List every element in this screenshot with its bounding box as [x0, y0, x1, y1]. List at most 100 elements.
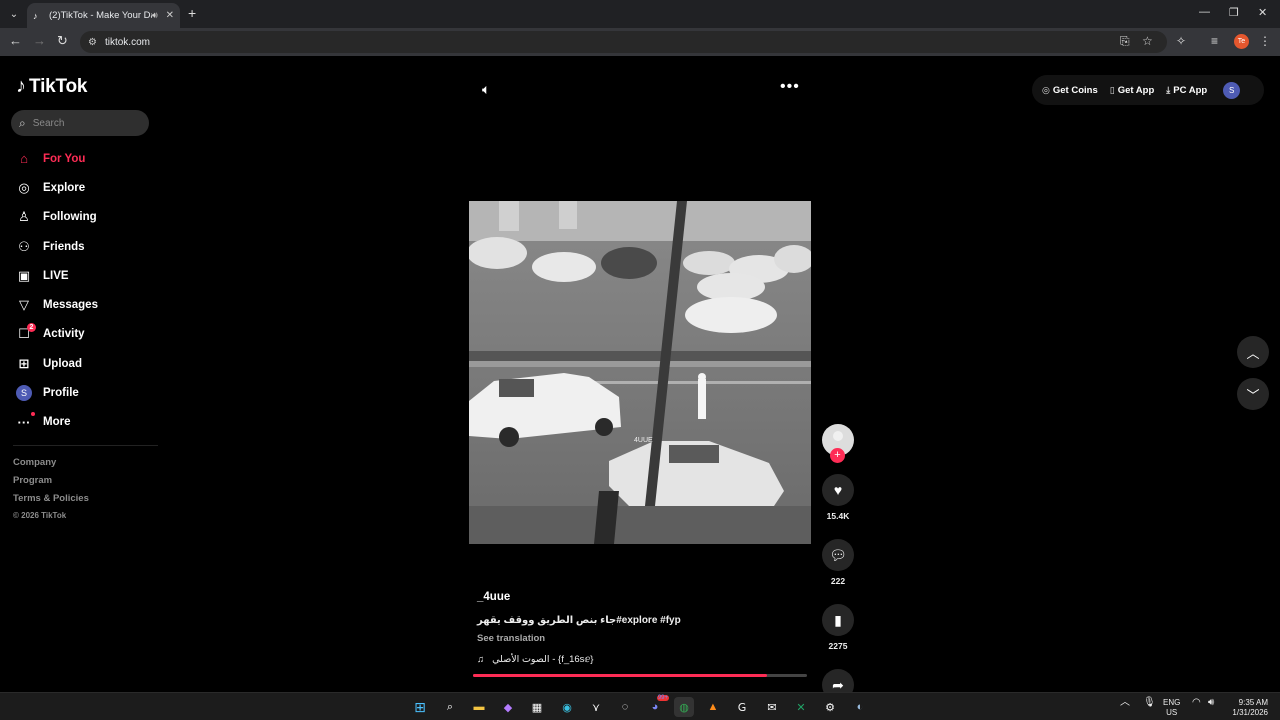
sidebar-item-friends[interactable]: ⚇ Friends — [16, 232, 98, 261]
window-close-icon[interactable]: ✕ — [1258, 6, 1267, 19]
video-caption: جاء بنص الطريق ووقف يقهر#explore #fyp — [477, 615, 681, 626]
sidebar-item-activity[interactable]: ☐ 2 Activity — [16, 320, 98, 349]
more-options-icon[interactable]: ••• — [780, 78, 800, 96]
new-tab-icon[interactable]: + — [188, 6, 196, 20]
file-explorer-icon[interactable]: ▬ — [469, 697, 489, 717]
author-avatar[interactable]: + — [822, 424, 854, 463]
logo-text: TikTok — [29, 75, 88, 97]
bookmark-icon[interactable]: ▮ — [822, 604, 854, 636]
avatar-placeholder-icon — [833, 431, 843, 441]
sidebar-divider — [13, 445, 158, 446]
tiktok-note-icon: ♪ — [16, 75, 26, 97]
heart-icon[interactable]: ♥ — [822, 474, 854, 506]
microphone-icon[interactable]: 🎙︎ — [1143, 698, 1156, 708]
browser-profile-avatar[interactable]: Te — [1234, 34, 1249, 49]
avatar[interactable]: S — [1223, 81, 1241, 99]
site-info-icon[interactable]: ⚙︎ — [88, 37, 97, 48]
get-coins-button[interactable]: ◎ Get Coins — [1042, 85, 1098, 96]
tab-title: (2)TikTok - Make Your Day — [49, 10, 152, 21]
browser-toolbar: ← → ↻ ⚙︎ tiktok.com ⎘ ☆ ✧ ≡ ⋮ — [0, 28, 1280, 56]
compass-icon: ◎ — [18, 179, 30, 195]
friends-icon: ⚇ — [18, 238, 30, 254]
sidebar-item-messages[interactable]: ▽ Messages — [16, 290, 98, 319]
settings-icon[interactable]: ⚙ — [820, 697, 840, 717]
sidebar-item-label: Friends — [43, 240, 85, 253]
get-app-button[interactable]: ▯ Get App — [1110, 85, 1155, 96]
sidebar-item-label: For You — [43, 152, 86, 165]
forward-icon[interactable]: → — [33, 34, 46, 48]
clock[interactable]: 9:35 AM 1/31/2026 — [1226, 698, 1268, 718]
video-actions: + ♥ 15.4K 💬︎ 222 ▮ 2275 ➦ 4048 — [822, 424, 854, 716]
wifi-icon[interactable]: ◠ — [1192, 698, 1201, 708]
speaker-icon[interactable]: 🔊︎ — [1208, 698, 1214, 708]
edge-icon[interactable]: ◉ — [557, 697, 577, 717]
copyright-text: © 2026 TikTok — [13, 511, 67, 520]
footer-link-program[interactable]: Program — [13, 475, 89, 493]
tab-audio-icon[interactable]: 🔊︎ — [152, 10, 158, 21]
comment-icon[interactable]: 💬︎ — [822, 539, 854, 571]
tiktok-logo[interactable]: ♪ TikTok — [16, 75, 87, 98]
save-count: 2275 — [828, 641, 848, 651]
copilot-icon[interactable]: ◆ — [498, 697, 518, 717]
tab-search-chevron-icon[interactable]: ⌄ — [5, 5, 23, 23]
pc-app-button[interactable]: ⤓ PC App — [1166, 85, 1207, 96]
app-triangle-icon[interactable]: ▲ — [703, 697, 723, 717]
previous-video-chevron-up-icon[interactable]: ︿ — [1237, 336, 1269, 368]
browser-tab-bar: ⌄ ♪ (2)TikTok - Make Your Day 🔊︎ ✕ + — ❐… — [0, 0, 1280, 28]
search-input[interactable] — [32, 117, 133, 129]
browser-menu-icon[interactable]: ⋮ — [1259, 34, 1271, 48]
sync-icon[interactable]: ◌ — [615, 697, 635, 717]
address-bar[interactable]: ⚙︎ tiktok.com — [80, 31, 1167, 53]
like-count: 15.4K — [826, 511, 850, 521]
tab-close-icon[interactable]: ✕ — [166, 10, 174, 21]
footer-link-terms[interactable]: Terms & Policies — [13, 493, 89, 511]
restore-icon[interactable]: ❐ — [1229, 6, 1239, 19]
more-icon: ··· — [16, 412, 35, 430]
footer-link-company[interactable]: Company — [13, 457, 89, 475]
bookmark-star-icon[interactable]: ☆ — [1142, 34, 1153, 48]
download-icon: ⤓ — [1166, 84, 1171, 95]
steam-icon[interactable]: ◐ — [850, 697, 870, 717]
search-box[interactable]: ⌕ — [11, 110, 149, 136]
sound-name: الصوت الأصلي - {f_16sⅇ} — [492, 654, 594, 665]
discord-icon[interactable]: ◕ 99+ — [645, 695, 669, 717]
minimize-icon[interactable]: — — [1199, 6, 1210, 18]
video-author[interactable]: _4uue — [477, 591, 510, 603]
tray-overflow-chevron-icon[interactable]: ︿ — [1120, 698, 1130, 708]
windows-start-icon[interactable]: ⊞ — [410, 697, 430, 717]
sidebar-item-profile[interactable]: S Profile — [16, 378, 98, 407]
video-player[interactable]: 4UUE — [469, 201, 811, 544]
video-progress-bar[interactable] — [473, 674, 807, 677]
sidebar-item-live[interactable]: ▣ LIVE — [16, 261, 98, 290]
next-video-chevron-down-icon[interactable]: ﹀ — [1237, 378, 1269, 410]
windows-taskbar: ⊞ ⌕ ▬ ◆ ▦ ◉ ⋎ ◌ ◕ 99+ ◍ ▲ Ｇ ✉ ✕ ⚙ ◐ ︿ 🎙︎ … — [0, 692, 1280, 720]
app-g-icon[interactable]: Ｇ — [732, 697, 752, 717]
upload-icon: ⊞ — [18, 355, 30, 371]
chrome-icon[interactable]: ◍ — [674, 697, 694, 717]
phone-icon: ▯ — [1109, 84, 1115, 95]
install-app-icon[interactable]: ⎘ — [1120, 34, 1130, 49]
mail-icon[interactable]: ✉ — [762, 697, 782, 717]
extensions-icon[interactable]: ✧ — [1176, 34, 1186, 48]
store-icon[interactable]: ▦ — [527, 697, 547, 717]
see-translation-link[interactable]: See translation — [477, 633, 545, 644]
music-note-icon: ♫ — [477, 654, 485, 665]
app-icon[interactable]: ⋎ — [586, 697, 606, 717]
sound-link[interactable]: ♫ الصوت الأصلي - {f_16sⅇ} — [477, 654, 593, 665]
sidebar-item-following[interactable]: ♙ Following — [16, 203, 98, 232]
sidebar-item-label: Profile — [43, 387, 79, 400]
volume-icon[interactable]: 🔈︎ — [482, 81, 490, 98]
reload-icon[interactable]: ↻ — [57, 34, 68, 48]
sidebar-item-for-you[interactable]: ⌂ For You — [16, 144, 98, 173]
follow-plus-icon[interactable]: + — [830, 448, 845, 463]
language-indicator[interactable]: ENG US — [1163, 698, 1180, 718]
media-control-icon[interactable]: ≡ — [1211, 34, 1218, 48]
taskbar-search-icon[interactable]: ⌕ — [440, 697, 460, 717]
sidebar-item-upload[interactable]: ⊞ Upload — [16, 349, 98, 378]
language-code: ENG — [1163, 698, 1181, 707]
sidebar-item-more[interactable]: ··· More — [16, 408, 98, 437]
back-icon[interactable]: ← — [9, 34, 22, 48]
browser-tab[interactable]: ♪ (2)TikTok - Make Your Day 🔊︎ ✕ — [27, 3, 180, 28]
excel-icon[interactable]: ✕ — [791, 697, 811, 717]
sidebar-item-explore[interactable]: ◎ Explore — [16, 173, 98, 202]
